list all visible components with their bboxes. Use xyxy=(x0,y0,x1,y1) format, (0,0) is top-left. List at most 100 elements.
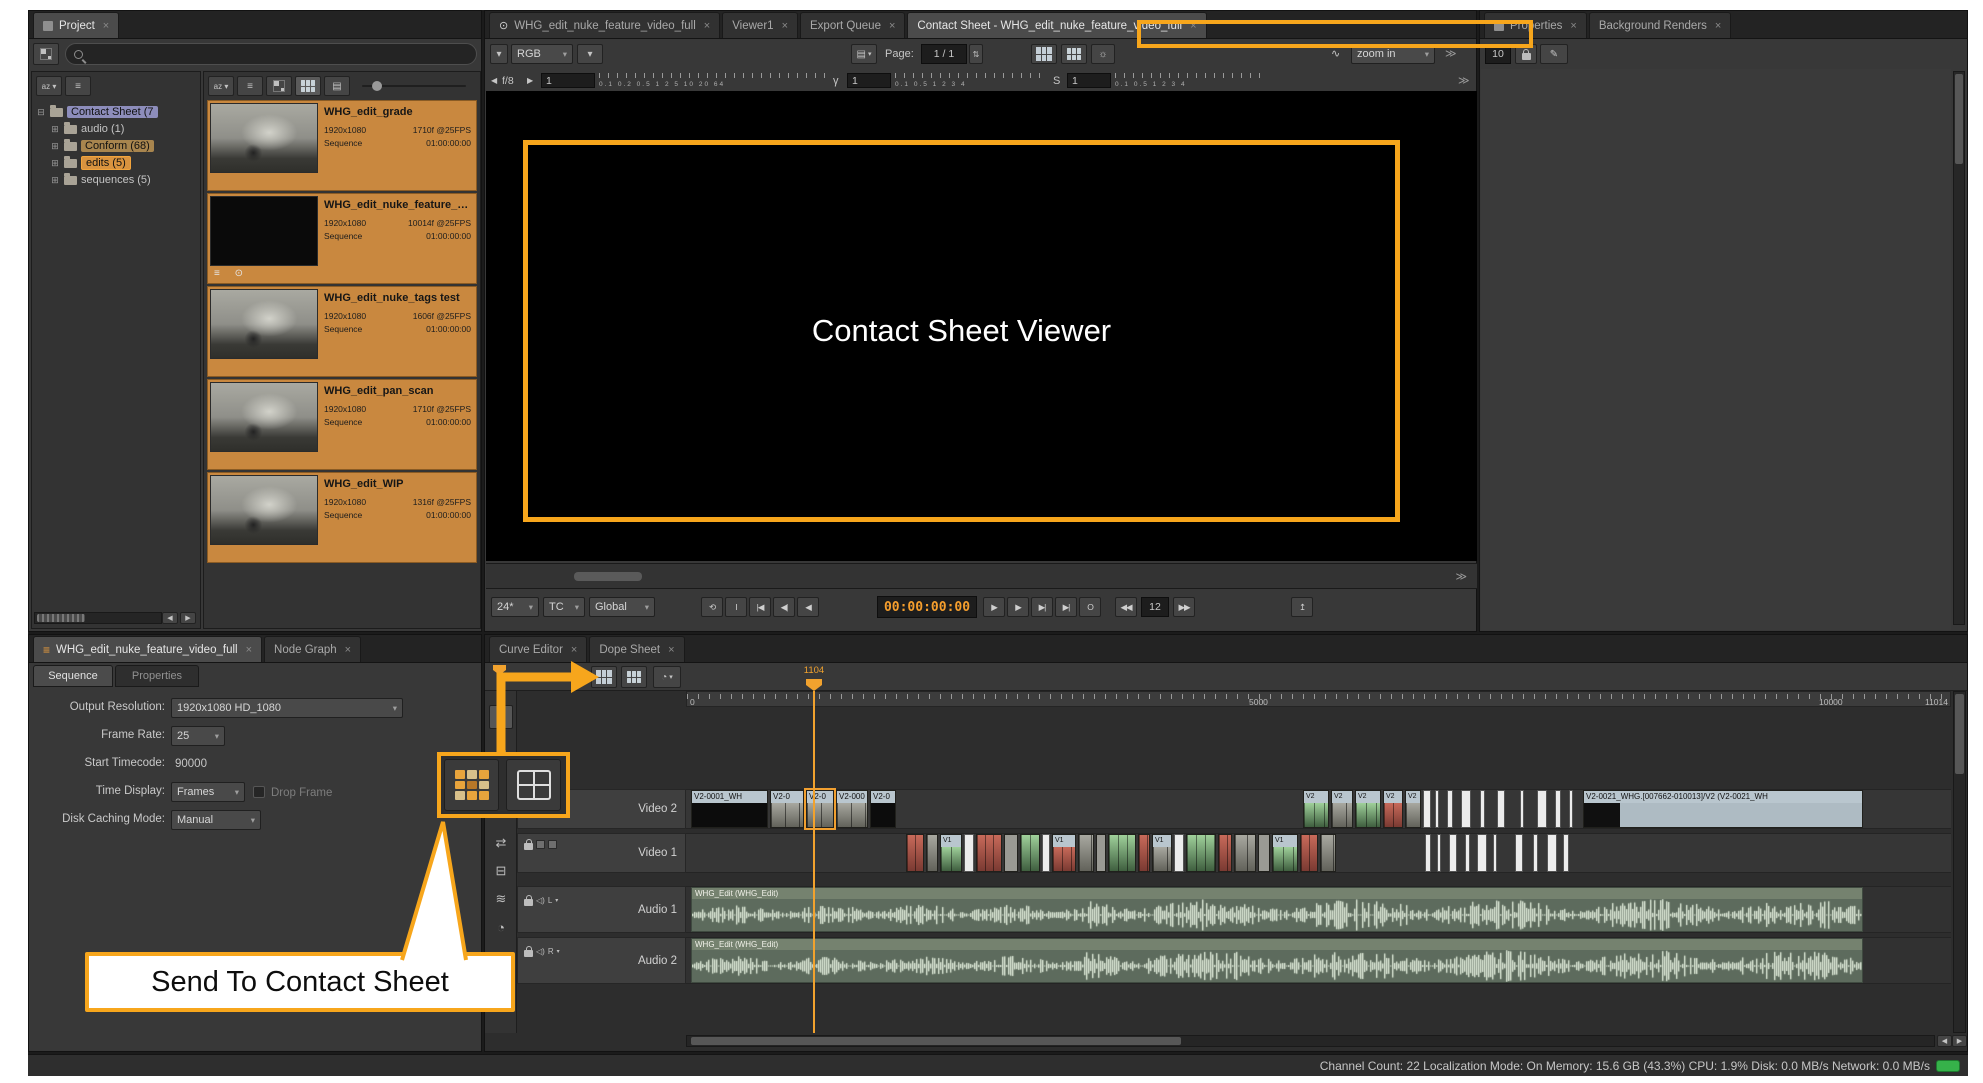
close-icon[interactable]: × xyxy=(704,20,710,32)
sort-az-button[interactable]: az ▾ xyxy=(208,76,234,96)
razor-tool-icon[interactable]: ⊟ xyxy=(489,859,513,883)
tab-viewer-sequence[interactable]: ⊙ WHG_edit_nuke_feature_video_full × xyxy=(489,12,720,38)
timeline-clip[interactable] xyxy=(1258,834,1270,872)
saturation-field[interactable]: 1 xyxy=(1067,73,1111,88)
send-to-contact-sheet-button[interactable] xyxy=(591,666,617,688)
timeline-clip[interactable]: V1 xyxy=(1052,834,1076,872)
contact-sheet-mode-button[interactable] xyxy=(1061,44,1087,64)
clipboard-button[interactable]: ▤▾ xyxy=(851,44,877,64)
clear-panels-button[interactable]: ✎ xyxy=(1540,44,1568,64)
clip-fragment[interactable] xyxy=(1437,834,1441,872)
clip-fragment[interactable] xyxy=(1547,834,1557,872)
tree-item-conform[interactable]: ⊞ Conform (68) xyxy=(50,138,154,154)
track-header-audio2[interactable]: ◁)R▾ Audio 2 xyxy=(517,937,686,984)
retime-tool-icon[interactable]: ≋ xyxy=(489,887,513,911)
clip-fragment[interactable] xyxy=(1493,834,1497,872)
clip-fragment[interactable] xyxy=(1497,790,1505,828)
clip-fragment[interactable] xyxy=(1425,834,1431,872)
timeline-clip[interactable] xyxy=(1186,834,1216,872)
clip-fragment[interactable] xyxy=(1569,790,1573,828)
clip-fragment[interactable] xyxy=(1423,790,1431,828)
scroll-right-button[interactable]: ▶ xyxy=(1952,1035,1967,1047)
channel-select[interactable]: RGB▾ xyxy=(511,44,573,64)
send-to-contact-sheet-button-large[interactable] xyxy=(444,759,499,811)
bin-clip-whg-edit-wip[interactable]: WHG_edit_WIP 1920x10801316f @25FPS Seque… xyxy=(207,472,477,563)
playback-range-select[interactable]: Global▾ xyxy=(589,597,655,617)
timeline-vscrollbar[interactable] xyxy=(1953,691,1966,1033)
close-icon[interactable]: × xyxy=(1570,20,1576,32)
close-icon[interactable]: × xyxy=(889,20,895,32)
tab-export-queue[interactable]: Export Queue × xyxy=(800,12,905,38)
disk-caching-select[interactable]: Manual▾ xyxy=(171,810,261,830)
scroll-left-button[interactable]: ◀ xyxy=(162,612,178,624)
bin-clip-whg-edit-grade[interactable]: WHG_edit_grade 1920x10801710f @25FPS Seq… xyxy=(207,100,477,191)
go-to-end-button[interactable]: ▶| xyxy=(1055,597,1077,617)
timeline-clip[interactable]: V2 xyxy=(1331,790,1353,828)
timeline-clip[interactable]: V2-0 xyxy=(870,790,896,828)
tree-item-contact-sheet[interactable]: ⊟ Contact Sheet (7 xyxy=(36,104,158,120)
bin-clip-whg-edit-pan-scan[interactable]: WHG_edit_pan_scan 1920x10801710f @25FPS … xyxy=(207,379,477,470)
timeline-clip[interactable] xyxy=(1300,834,1318,872)
track-header-audio1[interactable]: ◁)L▾ Audio 1 xyxy=(517,886,686,933)
contact-sheet-layout-button[interactable] xyxy=(1031,44,1057,64)
tree-item-sequences[interactable]: ⊞ sequences (5) xyxy=(50,172,151,188)
timeline-hscrollbar[interactable] xyxy=(686,1035,1935,1047)
clip-fragment[interactable] xyxy=(1477,834,1487,872)
time-display-select[interactable]: Frames▾ xyxy=(171,782,245,802)
expand-icon[interactable]: ⊞ xyxy=(50,175,60,186)
play-forward-button[interactable]: ▶ xyxy=(1007,597,1029,617)
track-lane-video1[interactable] xyxy=(686,833,1951,873)
close-icon[interactable]: × xyxy=(246,644,252,656)
lock-icon[interactable] xyxy=(524,899,533,906)
subtab-sequence[interactable]: Sequence xyxy=(33,665,113,687)
timeline-ruler[interactable]: 0 5000 10000 11014 xyxy=(686,691,1951,707)
tab-background-renders[interactable]: Background Renders × xyxy=(1589,12,1731,38)
timeline-clip-long[interactable]: V2-0021_WHG.[007662-010013]/V2 (V2-0021_… xyxy=(1583,790,1863,828)
tree-item-edits[interactable]: ⊞ edits (5) xyxy=(50,155,131,171)
speaker-icon[interactable]: ◁) xyxy=(536,947,545,956)
bin-tree-hscrollbar[interactable] xyxy=(34,612,162,624)
timeline-clip[interactable] xyxy=(976,834,1002,872)
timeline-clip[interactable]: V2-0001_WH xyxy=(691,790,768,828)
viewer-settings-button[interactable]: ☼ xyxy=(1091,44,1115,64)
timeline-clip[interactable]: V1 xyxy=(940,834,962,872)
fstop-next-icon[interactable]: ▶ xyxy=(527,71,533,91)
tab-curve-editor[interactable]: Curve Editor × xyxy=(489,636,587,662)
slider-handle[interactable] xyxy=(372,81,382,91)
expand-icon[interactable]: ⊞ xyxy=(50,141,60,152)
timeline-clip[interactable] xyxy=(926,834,938,872)
timeline-clip[interactable] xyxy=(1020,834,1040,872)
clip-fragment[interactable] xyxy=(1537,790,1547,828)
clip-fragment[interactable] xyxy=(1563,834,1569,872)
collapse-icon[interactable]: ⊟ xyxy=(36,107,46,118)
page-value-field[interactable]: 1 / 1 xyxy=(921,44,967,64)
detail-view-button[interactable] xyxy=(295,76,321,96)
tab-viewer1[interactable]: Viewer1 × xyxy=(722,12,798,38)
timeline-clip[interactable] xyxy=(1234,834,1256,872)
clip-fragment[interactable] xyxy=(1461,790,1471,828)
timeline-clip[interactable]: V2 xyxy=(1355,790,1381,828)
close-icon[interactable]: × xyxy=(782,20,788,32)
speaker-icon[interactable]: ◁) xyxy=(536,896,545,905)
timeline-clip[interactable] xyxy=(1108,834,1136,872)
color-tool-icon[interactable]: ◔ xyxy=(489,915,513,939)
timeline-clip[interactable]: V2 xyxy=(1303,790,1329,828)
clip-fragment[interactable] xyxy=(1042,834,1050,872)
track-options-icon[interactable] xyxy=(548,840,557,849)
visibility-icon[interactable] xyxy=(536,840,545,849)
clip-fragment[interactable] xyxy=(1449,834,1457,872)
timeline-clip[interactable]: V1 xyxy=(1152,834,1172,872)
output-resolution-select[interactable]: 1920x1080 HD_1080▾ xyxy=(171,698,403,718)
timeline-clip[interactable] xyxy=(1138,834,1150,872)
clip-fragment[interactable] xyxy=(1533,834,1538,872)
subtab-properties[interactable]: Properties xyxy=(115,665,199,687)
thumbnail-zoom-slider[interactable] xyxy=(362,85,466,87)
timeline-clip[interactable] xyxy=(1096,834,1106,872)
timeline-clip[interactable]: V2 xyxy=(1405,790,1421,828)
channel-label[interactable]: L xyxy=(548,896,552,905)
saturation-slider[interactable]: 0.1 0.5 1 2 3 4 xyxy=(1115,72,1265,88)
audio-clip-1[interactable]: WHG_Edit (WHG_Edit) xyxy=(691,887,1863,932)
timecode-display[interactable]: 00:00:00:00 xyxy=(877,596,977,618)
timeline-clip-selected[interactable]: V2-0 xyxy=(806,790,834,828)
close-icon[interactable]: × xyxy=(345,644,351,656)
